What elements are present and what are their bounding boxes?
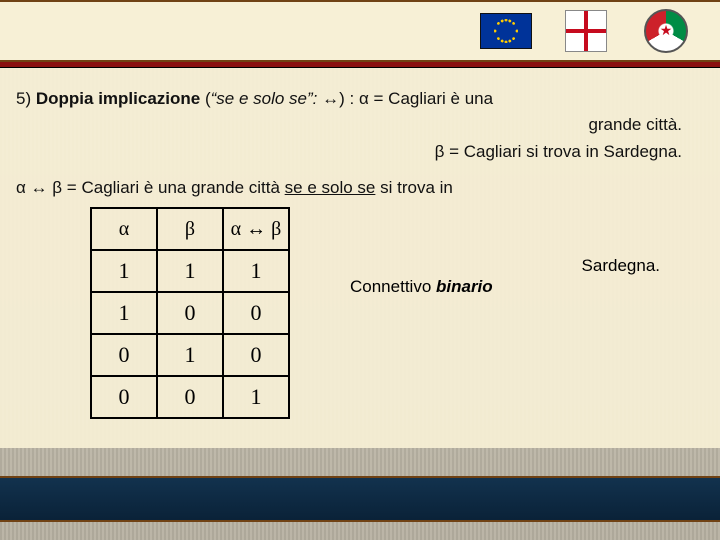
composed-tail: Sardegna. — [582, 256, 660, 276]
alpha-def-tail: grande città. — [10, 112, 710, 138]
beta-definition: β = Cagliari si trova in Sardegna. — [10, 139, 710, 165]
alpha-definition: α = Cagliari è una — [359, 89, 493, 108]
side-note-bold: binario — [436, 277, 493, 296]
heading-title: Doppia implicazione — [36, 89, 200, 108]
table-header-row: α β α ↔ β — [91, 208, 289, 250]
truth-table: α β α ↔ β 1 1 1 1 0 0 0 1 0 0 0 — [90, 207, 290, 419]
sardinia-flag-icon — [560, 13, 612, 49]
heading-line: 5) Doppia implicazione (“se e solo se”: … — [10, 86, 710, 112]
composed-text2: si trova in — [375, 178, 452, 197]
slide-content: 5) Doppia implicazione (“se e solo se”: … — [0, 68, 720, 448]
italy-emblem-icon — [640, 13, 692, 49]
footer-band — [0, 476, 720, 522]
table-row: 0 1 0 — [91, 334, 289, 376]
col-result: α ↔ β — [223, 208, 289, 250]
header-separator — [0, 62, 720, 68]
table-row: 0 0 1 — [91, 376, 289, 418]
table-row: 1 0 0 — [91, 292, 289, 334]
header-bar — [0, 0, 720, 62]
heading-italic: “se e solo se”: — [211, 89, 318, 108]
composed-text1: Cagliari è una grande città — [81, 178, 284, 197]
composed-underlined: se e solo se — [285, 178, 376, 197]
col-alpha: α — [91, 208, 157, 250]
composed-sentence: α ↔ β = Cagliari è una grande città se e… — [10, 175, 710, 201]
heading-number: 5) — [16, 89, 31, 108]
table-row: 1 1 1 — [91, 250, 289, 292]
side-note-prefix: Connettivo — [350, 277, 436, 296]
composed-eq: = — [67, 178, 77, 197]
composed-lhs: α ↔ β — [16, 178, 62, 197]
eu-flag-icon — [480, 13, 532, 49]
paren-close: ) : — [339, 89, 354, 108]
truth-table-area: α β α ↔ β 1 1 1 1 0 0 0 1 0 0 0 — [10, 207, 710, 419]
side-note: Connettivo binario — [350, 277, 493, 297]
col-beta: β — [157, 208, 223, 250]
biconditional-symbol: ↔ — [322, 89, 339, 108]
